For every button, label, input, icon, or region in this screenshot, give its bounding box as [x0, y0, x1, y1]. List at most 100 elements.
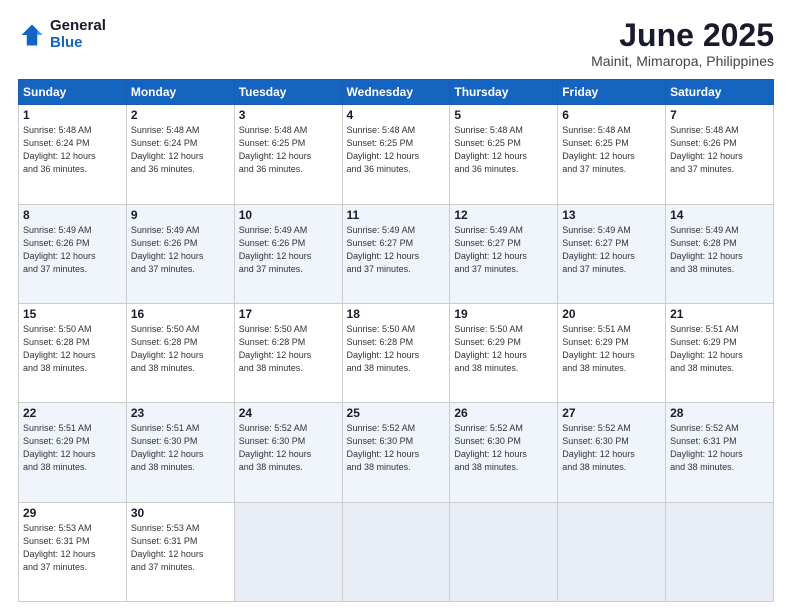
day-info: Sunrise: 5:52 AMSunset: 6:31 PMDaylight:… — [670, 423, 743, 472]
day-info: Sunrise: 5:48 AMSunset: 6:25 PMDaylight:… — [454, 125, 527, 174]
calendar-week-row: 15 Sunrise: 5:50 AMSunset: 6:28 PMDaylig… — [19, 303, 774, 402]
table-row: 14 Sunrise: 5:49 AMSunset: 6:28 PMDaylig… — [666, 204, 774, 303]
table-row: 9 Sunrise: 5:49 AMSunset: 6:26 PMDayligh… — [126, 204, 234, 303]
table-row — [234, 502, 342, 601]
table-row: 24 Sunrise: 5:52 AMSunset: 6:30 PMDaylig… — [234, 403, 342, 502]
table-row: 11 Sunrise: 5:49 AMSunset: 6:27 PMDaylig… — [342, 204, 450, 303]
table-row: 2 Sunrise: 5:48 AMSunset: 6:24 PMDayligh… — [126, 105, 234, 204]
logo-icon — [18, 21, 46, 49]
logo: General Blue — [18, 18, 106, 51]
calendar-table: Sunday Monday Tuesday Wednesday Thursday… — [18, 79, 774, 602]
day-number: 2 — [131, 108, 230, 122]
day-number: 18 — [347, 307, 446, 321]
col-friday: Friday — [558, 80, 666, 105]
day-info: Sunrise: 5:49 AMSunset: 6:27 PMDaylight:… — [454, 225, 527, 274]
table-row: 28 Sunrise: 5:52 AMSunset: 6:31 PMDaylig… — [666, 403, 774, 502]
col-monday: Monday — [126, 80, 234, 105]
table-row: 3 Sunrise: 5:48 AMSunset: 6:25 PMDayligh… — [234, 105, 342, 204]
day-number: 6 — [562, 108, 661, 122]
col-wednesday: Wednesday — [342, 80, 450, 105]
day-number: 29 — [23, 506, 122, 520]
table-row — [666, 502, 774, 601]
table-row: 10 Sunrise: 5:49 AMSunset: 6:26 PMDaylig… — [234, 204, 342, 303]
table-row: 12 Sunrise: 5:49 AMSunset: 6:27 PMDaylig… — [450, 204, 558, 303]
day-number: 12 — [454, 208, 553, 222]
day-info: Sunrise: 5:49 AMSunset: 6:27 PMDaylight:… — [347, 225, 420, 274]
day-info: Sunrise: 5:50 AMSunset: 6:28 PMDaylight:… — [347, 324, 420, 373]
day-info: Sunrise: 5:49 AMSunset: 6:26 PMDaylight:… — [131, 225, 204, 274]
day-number: 10 — [239, 208, 338, 222]
table-row: 30 Sunrise: 5:53 AMSunset: 6:31 PMDaylig… — [126, 502, 234, 601]
day-info: Sunrise: 5:52 AMSunset: 6:30 PMDaylight:… — [562, 423, 635, 472]
table-row: 13 Sunrise: 5:49 AMSunset: 6:27 PMDaylig… — [558, 204, 666, 303]
logo-general: General — [50, 18, 106, 35]
day-info: Sunrise: 5:51 AMSunset: 6:29 PMDaylight:… — [23, 423, 96, 472]
day-info: Sunrise: 5:49 AMSunset: 6:28 PMDaylight:… — [670, 225, 743, 274]
day-number: 23 — [131, 406, 230, 420]
col-saturday: Saturday — [666, 80, 774, 105]
table-row: 22 Sunrise: 5:51 AMSunset: 6:29 PMDaylig… — [19, 403, 127, 502]
day-number: 26 — [454, 406, 553, 420]
table-row — [342, 502, 450, 601]
col-thursday: Thursday — [450, 80, 558, 105]
day-info: Sunrise: 5:52 AMSunset: 6:30 PMDaylight:… — [239, 423, 312, 472]
table-row: 27 Sunrise: 5:52 AMSunset: 6:30 PMDaylig… — [558, 403, 666, 502]
day-number: 17 — [239, 307, 338, 321]
day-info: Sunrise: 5:51 AMSunset: 6:30 PMDaylight:… — [131, 423, 204, 472]
title-location: Mainit, Mimaropa, Philippines — [591, 53, 774, 69]
table-row: 15 Sunrise: 5:50 AMSunset: 6:28 PMDaylig… — [19, 303, 127, 402]
day-number: 9 — [131, 208, 230, 222]
table-row: 16 Sunrise: 5:50 AMSunset: 6:28 PMDaylig… — [126, 303, 234, 402]
day-info: Sunrise: 5:49 AMSunset: 6:26 PMDaylight:… — [23, 225, 96, 274]
table-row: 29 Sunrise: 5:53 AMSunset: 6:31 PMDaylig… — [19, 502, 127, 601]
day-info: Sunrise: 5:49 AMSunset: 6:26 PMDaylight:… — [239, 225, 312, 274]
day-number: 16 — [131, 307, 230, 321]
col-tuesday: Tuesday — [234, 80, 342, 105]
day-number: 28 — [670, 406, 769, 420]
day-number: 20 — [562, 307, 661, 321]
day-number: 27 — [562, 406, 661, 420]
day-number: 19 — [454, 307, 553, 321]
table-row: 19 Sunrise: 5:50 AMSunset: 6:29 PMDaylig… — [450, 303, 558, 402]
day-info: Sunrise: 5:50 AMSunset: 6:28 PMDaylight:… — [131, 324, 204, 373]
table-row: 8 Sunrise: 5:49 AMSunset: 6:26 PMDayligh… — [19, 204, 127, 303]
table-row: 25 Sunrise: 5:52 AMSunset: 6:30 PMDaylig… — [342, 403, 450, 502]
day-info: Sunrise: 5:48 AMSunset: 6:24 PMDaylight:… — [131, 125, 204, 174]
table-row: 1 Sunrise: 5:48 AMSunset: 6:24 PMDayligh… — [19, 105, 127, 204]
day-info: Sunrise: 5:48 AMSunset: 6:26 PMDaylight:… — [670, 125, 743, 174]
day-number: 30 — [131, 506, 230, 520]
day-number: 3 — [239, 108, 338, 122]
calendar-week-row: 29 Sunrise: 5:53 AMSunset: 6:31 PMDaylig… — [19, 502, 774, 601]
day-info: Sunrise: 5:53 AMSunset: 6:31 PMDaylight:… — [23, 523, 96, 572]
day-number: 13 — [562, 208, 661, 222]
day-number: 1 — [23, 108, 122, 122]
table-row: 23 Sunrise: 5:51 AMSunset: 6:30 PMDaylig… — [126, 403, 234, 502]
day-number: 7 — [670, 108, 769, 122]
table-row: 4 Sunrise: 5:48 AMSunset: 6:25 PMDayligh… — [342, 105, 450, 204]
day-number: 24 — [239, 406, 338, 420]
table-row — [558, 502, 666, 601]
table-row: 20 Sunrise: 5:51 AMSunset: 6:29 PMDaylig… — [558, 303, 666, 402]
table-row: 18 Sunrise: 5:50 AMSunset: 6:28 PMDaylig… — [342, 303, 450, 402]
day-info: Sunrise: 5:48 AMSunset: 6:25 PMDaylight:… — [239, 125, 312, 174]
day-info: Sunrise: 5:50 AMSunset: 6:29 PMDaylight:… — [454, 324, 527, 373]
day-info: Sunrise: 5:53 AMSunset: 6:31 PMDaylight:… — [131, 523, 204, 572]
calendar-week-row: 22 Sunrise: 5:51 AMSunset: 6:29 PMDaylig… — [19, 403, 774, 502]
header: General Blue June 2025 Mainit, Mimaropa,… — [18, 18, 774, 69]
day-info: Sunrise: 5:50 AMSunset: 6:28 PMDaylight:… — [23, 324, 96, 373]
table-row: 17 Sunrise: 5:50 AMSunset: 6:28 PMDaylig… — [234, 303, 342, 402]
table-row: 5 Sunrise: 5:48 AMSunset: 6:25 PMDayligh… — [450, 105, 558, 204]
calendar-header-row: Sunday Monday Tuesday Wednesday Thursday… — [19, 80, 774, 105]
col-sunday: Sunday — [19, 80, 127, 105]
calendar-week-row: 1 Sunrise: 5:48 AMSunset: 6:24 PMDayligh… — [19, 105, 774, 204]
day-info: Sunrise: 5:50 AMSunset: 6:28 PMDaylight:… — [239, 324, 312, 373]
calendar-week-row: 8 Sunrise: 5:49 AMSunset: 6:26 PMDayligh… — [19, 204, 774, 303]
table-row: 6 Sunrise: 5:48 AMSunset: 6:25 PMDayligh… — [558, 105, 666, 204]
day-number: 15 — [23, 307, 122, 321]
title-block: June 2025 Mainit, Mimaropa, Philippines — [591, 18, 774, 69]
day-number: 4 — [347, 108, 446, 122]
table-row: 7 Sunrise: 5:48 AMSunset: 6:26 PMDayligh… — [666, 105, 774, 204]
logo-text: General Blue — [50, 18, 106, 51]
day-info: Sunrise: 5:48 AMSunset: 6:25 PMDaylight:… — [347, 125, 420, 174]
table-row: 26 Sunrise: 5:52 AMSunset: 6:30 PMDaylig… — [450, 403, 558, 502]
